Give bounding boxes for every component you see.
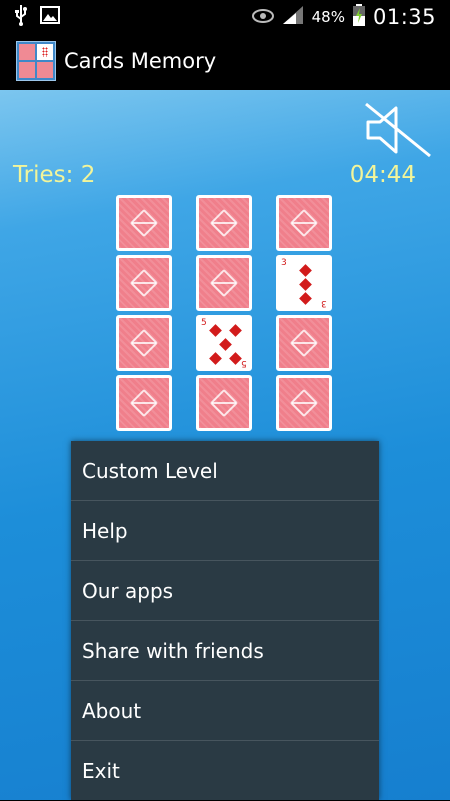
usb-icon bbox=[14, 4, 28, 30]
menu-item-share-with-friends[interactable]: Share with friends bbox=[71, 621, 379, 681]
card-face-up[interactable]: 55 bbox=[196, 315, 252, 371]
card-face-down[interactable] bbox=[116, 255, 172, 311]
sound-toggle-button[interactable] bbox=[362, 100, 434, 160]
menu-item-exit[interactable]: Exit bbox=[71, 741, 379, 801]
card-face-down[interactable] bbox=[196, 375, 252, 431]
menu-item-about[interactable]: About bbox=[71, 681, 379, 741]
card-rank: 5 bbox=[201, 318, 207, 328]
app-title: Cards Memory bbox=[64, 49, 217, 73]
card-face-down[interactable] bbox=[196, 195, 252, 251]
image-icon bbox=[40, 6, 60, 28]
app-icon[interactable] bbox=[16, 41, 56, 81]
options-menu: Custom Level Help Our apps Share with frien… bbox=[71, 441, 379, 800]
card-face-down[interactable] bbox=[196, 255, 252, 311]
card-face-up[interactable]: 33 bbox=[276, 255, 332, 311]
card-face-down[interactable] bbox=[116, 375, 172, 431]
menu-item-help[interactable]: Help bbox=[71, 501, 379, 561]
clock: 01:35 bbox=[372, 5, 436, 29]
status-bar-system: 48% 01:35 bbox=[251, 4, 436, 30]
status-bar-notifications bbox=[14, 4, 60, 30]
status-bar: 48% 01:35 bbox=[0, 0, 450, 32]
eye-icon bbox=[251, 8, 274, 27]
battery-charging-icon bbox=[352, 4, 365, 30]
card-board: 3355 bbox=[116, 195, 332, 431]
card-face-down[interactable] bbox=[276, 375, 332, 431]
menu-item-our-apps[interactable]: Our apps bbox=[71, 561, 379, 621]
action-bar: Cards Memory bbox=[0, 32, 450, 90]
diamond-suit-icon bbox=[229, 352, 242, 365]
card-face-down[interactable] bbox=[276, 315, 332, 371]
diamond-suit-icon bbox=[209, 352, 222, 365]
game-timer: 04:44 bbox=[349, 162, 416, 188]
menu-item-custom-level[interactable]: Custom Level bbox=[71, 441, 379, 501]
card-face-down[interactable] bbox=[276, 195, 332, 251]
card-rank: 3 bbox=[281, 258, 287, 268]
diamond-suit-icon bbox=[299, 292, 312, 305]
diamond-suit-icon bbox=[299, 264, 312, 277]
diamond-suit-icon bbox=[219, 338, 232, 351]
card-face-down[interactable] bbox=[116, 315, 172, 371]
sound-muted-icon bbox=[365, 102, 431, 158]
card-rank: 3 bbox=[321, 298, 327, 308]
diamond-suit-icon bbox=[209, 324, 222, 337]
battery-percent: 48% bbox=[311, 8, 345, 26]
card-rank: 5 bbox=[241, 358, 247, 368]
tries-counter: Tries: 2 bbox=[13, 162, 96, 188]
diamond-suit-icon bbox=[229, 324, 242, 337]
card-face-down[interactable] bbox=[116, 195, 172, 251]
signal-icon bbox=[282, 5, 304, 29]
diamond-suit-icon bbox=[299, 278, 312, 291]
